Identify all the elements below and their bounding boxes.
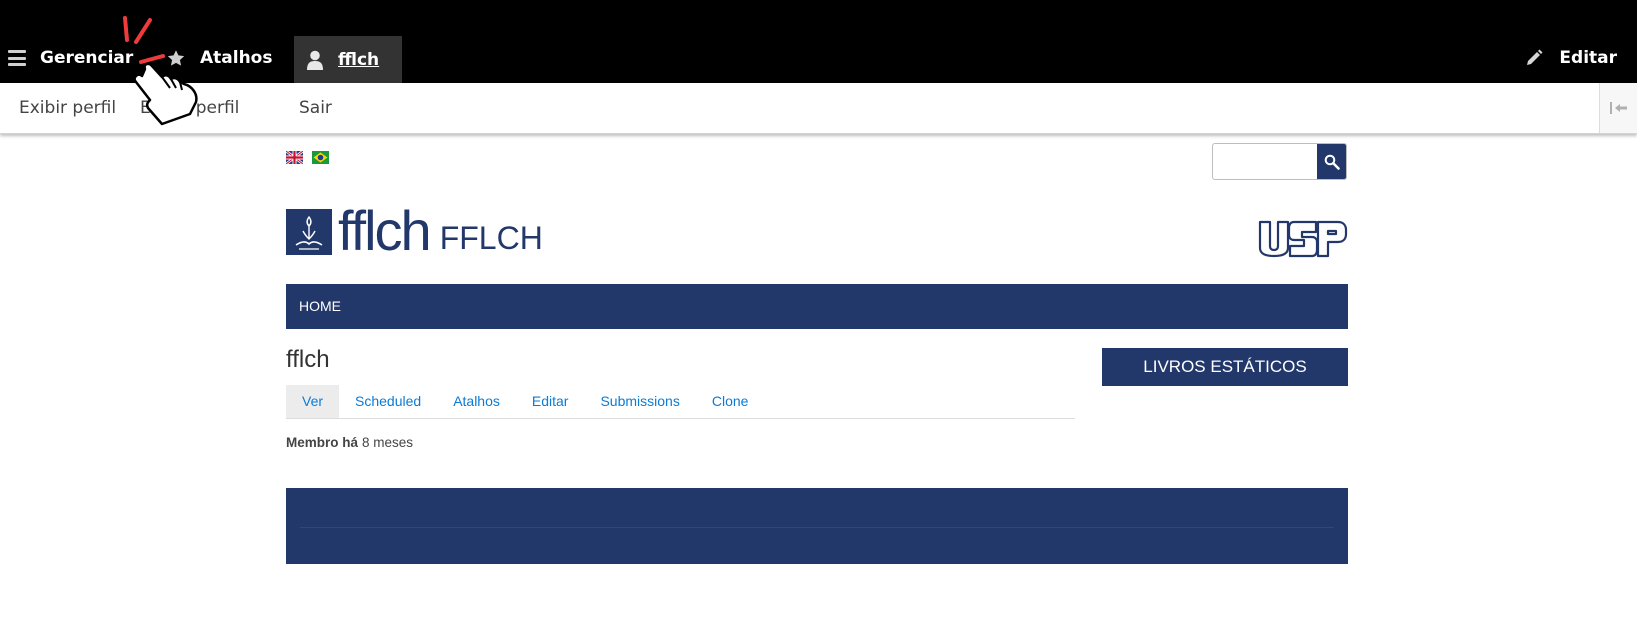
member-since-value: 8 meses: [362, 435, 414, 450]
edit-profile-link[interactable]: Editar perfil: [140, 83, 239, 133]
toolbar-shortcuts-label: Atalhos: [200, 48, 273, 68]
member-since: Membro há 8 meses: [286, 435, 413, 450]
brazil-flag-icon[interactable]: [312, 151, 329, 164]
hamburger-icon: [8, 50, 26, 66]
livros-estaticos-button[interactable]: LIVROS ESTÁTICOS: [1102, 348, 1348, 386]
search-icon: [1324, 154, 1340, 170]
site-name: FFLCH: [439, 220, 543, 256]
search-input[interactable]: [1213, 144, 1330, 179]
logout-link[interactable]: Sair: [299, 83, 332, 133]
local-tasks-tabs: Ver Scheduled Atalhos Editar Submissions…: [286, 385, 1075, 419]
star-icon: [167, 49, 185, 66]
footer-divider: [300, 527, 1334, 528]
admin-toolbar: Gerenciar Atalhos fflch Editar: [0, 0, 1637, 83]
tab-editar[interactable]: Editar: [516, 385, 585, 418]
member-since-label: Membro há: [286, 435, 359, 450]
search-button[interactable]: [1317, 144, 1346, 179]
site-footer: [286, 488, 1348, 564]
view-profile-link[interactable]: Exibir perfil: [19, 83, 116, 133]
logo-wordmark: fflch: [338, 199, 432, 262]
tab-scheduled[interactable]: Scheduled: [339, 385, 437, 418]
user-icon: [307, 50, 323, 70]
toolbar-manage[interactable]: Gerenciar: [8, 34, 133, 82]
tab-ver[interactable]: Ver: [286, 385, 340, 418]
page-title: fflch: [286, 346, 330, 373]
tab-clone[interactable]: Clone: [696, 385, 765, 418]
tab-atalhos[interactable]: Atalhos: [437, 385, 516, 418]
english-flag-icon[interactable]: [286, 151, 303, 164]
nav-item-home[interactable]: HOME: [299, 284, 341, 329]
fflch-emblem-icon: [286, 209, 332, 255]
toolbar-user-label: fflch: [338, 49, 380, 70]
search-box: [1212, 143, 1347, 180]
toolbar-manage-label: Gerenciar: [40, 48, 134, 68]
pencil-icon: [1527, 49, 1543, 65]
site-logo[interactable]: fflch FFLCH: [286, 199, 543, 262]
toolbar-edit-label: Editar: [1559, 48, 1617, 68]
main-navigation: HOME: [286, 284, 1348, 329]
toolbar-user[interactable]: fflch: [294, 36, 402, 83]
usp-logo[interactable]: [1258, 220, 1348, 258]
tab-submissions[interactable]: Submissions: [584, 385, 695, 418]
orientation-toggle-icon: [1609, 102, 1627, 114]
toolbar-edit[interactable]: Editar: [1525, 34, 1617, 82]
tray-orientation-toggle[interactable]: [1599, 83, 1637, 133]
toolbar-shortcuts[interactable]: Atalhos: [166, 34, 272, 82]
toolbar-tray: Exibir perfil Editar perfil Sair: [0, 83, 1637, 134]
